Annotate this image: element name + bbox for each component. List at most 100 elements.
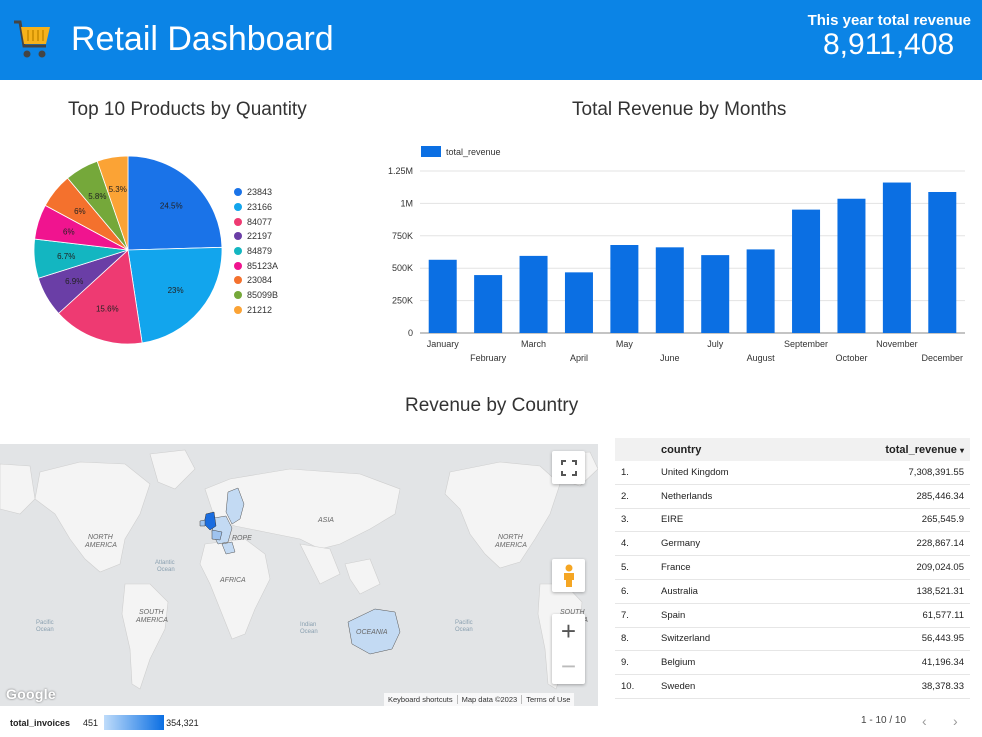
table-row[interactable]: 4. Germany 228,867.14 bbox=[615, 532, 970, 557]
map-label-south-america: SOUTH AMERICA bbox=[135, 609, 168, 624]
bar-november[interactable] bbox=[882, 182, 911, 333]
x-tick-label: October bbox=[835, 353, 867, 363]
zoom-in-button[interactable]: + bbox=[552, 614, 585, 649]
row-revenue: 61,577.11 bbox=[922, 609, 964, 621]
next-page-button[interactable]: › bbox=[953, 713, 958, 729]
bar-april[interactable] bbox=[564, 272, 593, 333]
row-revenue: 285,446.34 bbox=[916, 490, 964, 502]
zoom-controls: + − bbox=[552, 614, 585, 684]
legend-label: 85123A bbox=[247, 260, 279, 271]
bar-march[interactable] bbox=[519, 255, 548, 333]
pie-slice-label: 15.6% bbox=[96, 304, 119, 313]
y-tick-label: 250K bbox=[392, 296, 413, 306]
y-tick-label: 1.25M bbox=[388, 166, 413, 176]
row-number: 5. bbox=[621, 562, 629, 574]
legend-item-21212[interactable]: 21212 bbox=[234, 303, 278, 318]
legend-label: 21212 bbox=[247, 304, 273, 315]
row-number: 8. bbox=[621, 633, 629, 645]
bar-july[interactable] bbox=[701, 255, 730, 333]
legend-label: 85099B bbox=[247, 290, 279, 301]
row-number: 9. bbox=[621, 657, 629, 669]
pie-slice-23166[interactable] bbox=[127, 246, 223, 344]
pie-slice-label: 6.9% bbox=[65, 277, 83, 286]
legend-item-23084[interactable]: 23084 bbox=[234, 273, 278, 288]
legend-label: 23166 bbox=[247, 202, 273, 213]
world-map[interactable]: NORTH AMERICA ROPE ASIA AFRICA SOUTH AMERI… bbox=[0, 444, 598, 706]
bar-february[interactable] bbox=[474, 275, 503, 333]
legend-item-85099B[interactable]: 85099B bbox=[234, 288, 278, 303]
col-revenue-header[interactable]: total_revenue ▾ bbox=[811, 444, 970, 456]
legend-item-22197[interactable]: 22197 bbox=[234, 229, 278, 244]
google-logo: Google bbox=[6, 686, 57, 702]
col-country-header[interactable]: country bbox=[661, 444, 811, 456]
table-row[interactable]: 5. France 209,024.05 bbox=[615, 556, 970, 580]
legend-label: 22197 bbox=[247, 231, 273, 242]
total-revenue-value: 8,911,408 bbox=[823, 28, 955, 61]
table-row[interactable]: 7. Spain 61,577.11 bbox=[615, 604, 970, 628]
bar-december[interactable] bbox=[928, 191, 957, 333]
row-number: 1. bbox=[621, 466, 629, 478]
fullscreen-button[interactable] bbox=[552, 451, 585, 484]
map-label-north-america-2: NORTH AMERICA bbox=[494, 534, 527, 549]
legend-item-23166[interactable]: 23166 bbox=[234, 200, 278, 215]
map-label-oceania: OCEANIA bbox=[356, 629, 388, 636]
header-bar: Retail Dashboard This year total revenue… bbox=[0, 0, 982, 80]
bar-january[interactable] bbox=[428, 259, 457, 333]
y-tick-label: 0 bbox=[408, 328, 413, 338]
world-map-canvas[interactable]: NORTH AMERICA ROPE ASIA AFRICA SOUTH AMERI… bbox=[0, 444, 598, 706]
table-row[interactable]: 3. EIRE 265,545.9 bbox=[615, 509, 970, 533]
row-revenue: 265,545.9 bbox=[921, 514, 964, 526]
map-title: Revenue by Country bbox=[405, 395, 579, 416]
legend-swatch bbox=[234, 291, 242, 300]
table-row[interactable]: 6. Australia 138,521.31 bbox=[615, 580, 970, 604]
sort-desc-icon: ▾ bbox=[959, 445, 964, 455]
bar-october[interactable] bbox=[837, 198, 866, 333]
row-number: 7. bbox=[621, 609, 629, 621]
table-row[interactable]: 8. Switzerland 56,443.95 bbox=[615, 628, 970, 652]
bar-september[interactable] bbox=[792, 209, 821, 333]
map-footer: Keyboard shortcuts Map data ©2023 Terms … bbox=[384, 693, 575, 706]
zoom-out-button[interactable]: − bbox=[552, 649, 585, 684]
pie-slice-label: 5.8% bbox=[88, 192, 106, 201]
legend-label: 23843 bbox=[247, 187, 273, 198]
x-tick-label: July bbox=[707, 339, 724, 349]
shopping-cart-icon bbox=[14, 20, 50, 58]
legend-swatch bbox=[234, 247, 242, 256]
scale-gradient bbox=[104, 715, 165, 730]
x-tick-label: September bbox=[784, 339, 828, 349]
legend-item-23843[interactable]: 23843 bbox=[234, 185, 278, 200]
row-revenue: 56,443.95 bbox=[921, 633, 964, 645]
legend-item-84879[interactable]: 84879 bbox=[234, 244, 278, 259]
row-revenue: 41,196.34 bbox=[921, 657, 964, 669]
table-row[interactable]: 2. Netherlands 285,446.34 bbox=[615, 485, 970, 509]
scale-max: 354,321 bbox=[166, 717, 199, 728]
terms-of-use-link[interactable]: Terms of Use bbox=[522, 695, 574, 704]
table-row[interactable]: 1. United Kingdom 7,308,391.55 bbox=[615, 461, 970, 485]
legend-item-85123A[interactable]: 85123A bbox=[234, 258, 278, 273]
map-label-africa: AFRICA bbox=[219, 577, 246, 584]
x-tick-label: March bbox=[521, 339, 546, 349]
pie-chart[interactable]: 24.5%23%15.6%6.9%6.7%6%6%5.8%5.3% bbox=[28, 150, 228, 350]
row-number: 10. bbox=[621, 681, 635, 693]
x-tick-label: December bbox=[922, 353, 964, 363]
table-row[interactable]: 9. Belgium 41,196.34 bbox=[615, 651, 970, 676]
bar-june[interactable] bbox=[655, 247, 684, 333]
row-revenue: 38,378.33 bbox=[921, 681, 964, 693]
bar-chart[interactable]: 0 250K 500K 750K 1M 1.25M total_revenue January… bbox=[380, 138, 980, 370]
pie-legend: 23843 23166 84077 22197 84879 85123A 23084 8509… bbox=[234, 185, 278, 317]
bar-may[interactable] bbox=[610, 245, 639, 333]
row-country: EIRE bbox=[661, 514, 684, 526]
map-label-atlantic: Atlantic Ocean bbox=[155, 560, 175, 573]
table-row[interactable]: 10. Sweden 38,378.33 bbox=[615, 675, 970, 699]
street-view-button[interactable] bbox=[552, 559, 585, 592]
map-data-attribution: Map data ©2023 bbox=[458, 695, 523, 704]
y-tick-label: 1M bbox=[400, 198, 413, 208]
scale-label: total_invoices bbox=[10, 717, 71, 728]
legend-item-84077[interactable]: 84077 bbox=[234, 214, 278, 229]
row-revenue: 209,024.05 bbox=[916, 562, 964, 574]
row-country: United Kingdom bbox=[661, 466, 729, 478]
prev-page-button[interactable]: ‹ bbox=[922, 713, 927, 729]
bar-august[interactable] bbox=[746, 249, 775, 333]
keyboard-shortcuts-link[interactable]: Keyboard shortcuts bbox=[384, 695, 458, 704]
pie-slice-label: 6.7% bbox=[57, 252, 75, 261]
